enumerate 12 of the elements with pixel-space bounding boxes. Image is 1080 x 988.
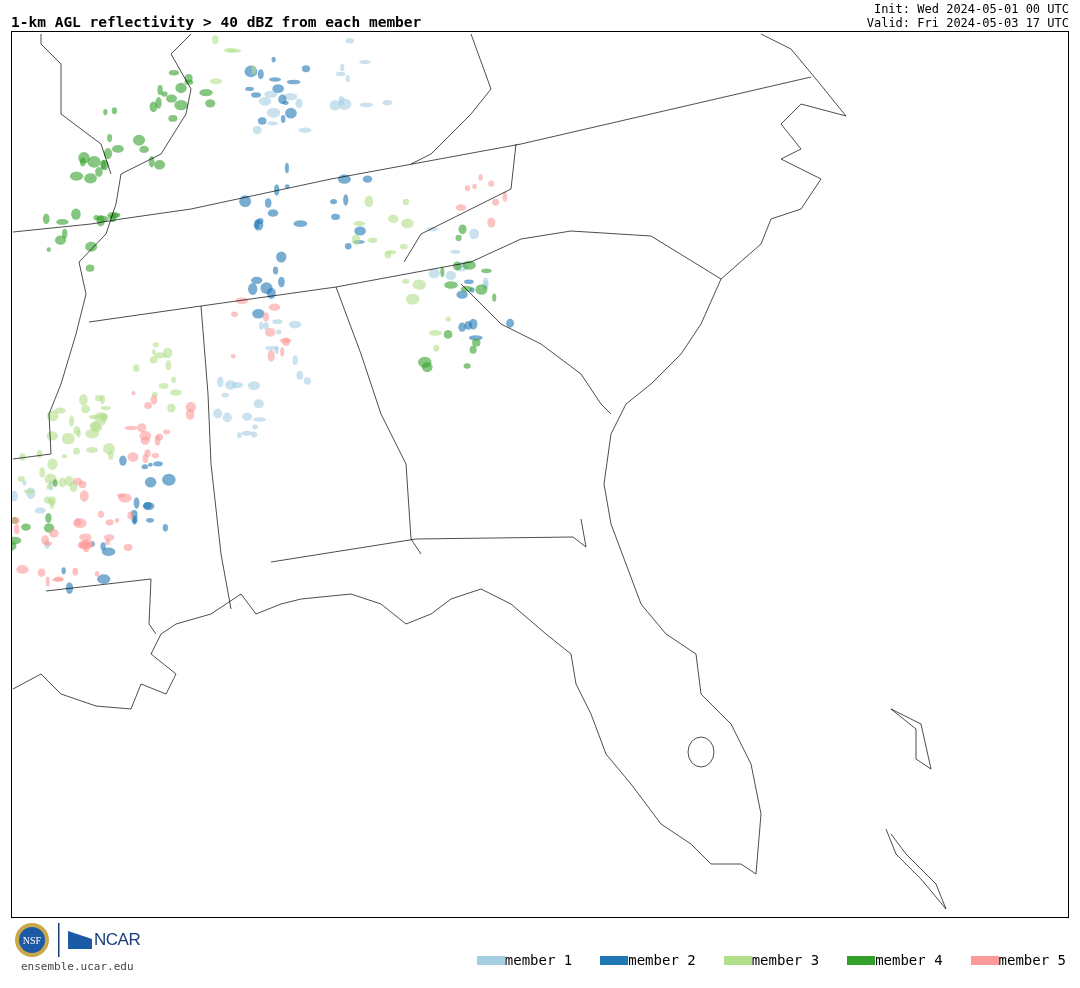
divider-line [58,923,60,957]
legend-label: member 2 [628,952,696,968]
nsf-logo: NSF [14,922,50,958]
legend-label: member 5 [998,952,1066,968]
legend-label: member 4 [875,952,943,968]
legend-label: member 3 [751,952,820,968]
chart-title: 1-km AGL reflectivity > 40 dBZ from each member [11,14,422,30]
site-url: ensemble.ucar.edu [21,960,134,973]
init-time: Init: Wed 2024-05-01 00 UTC [873,2,1069,16]
valid-time: Valid: Fri 2024-05-03 17 UTC [866,16,1069,30]
legend-label: member 1 [504,952,573,968]
ncar-logo: NCAR [68,930,141,950]
